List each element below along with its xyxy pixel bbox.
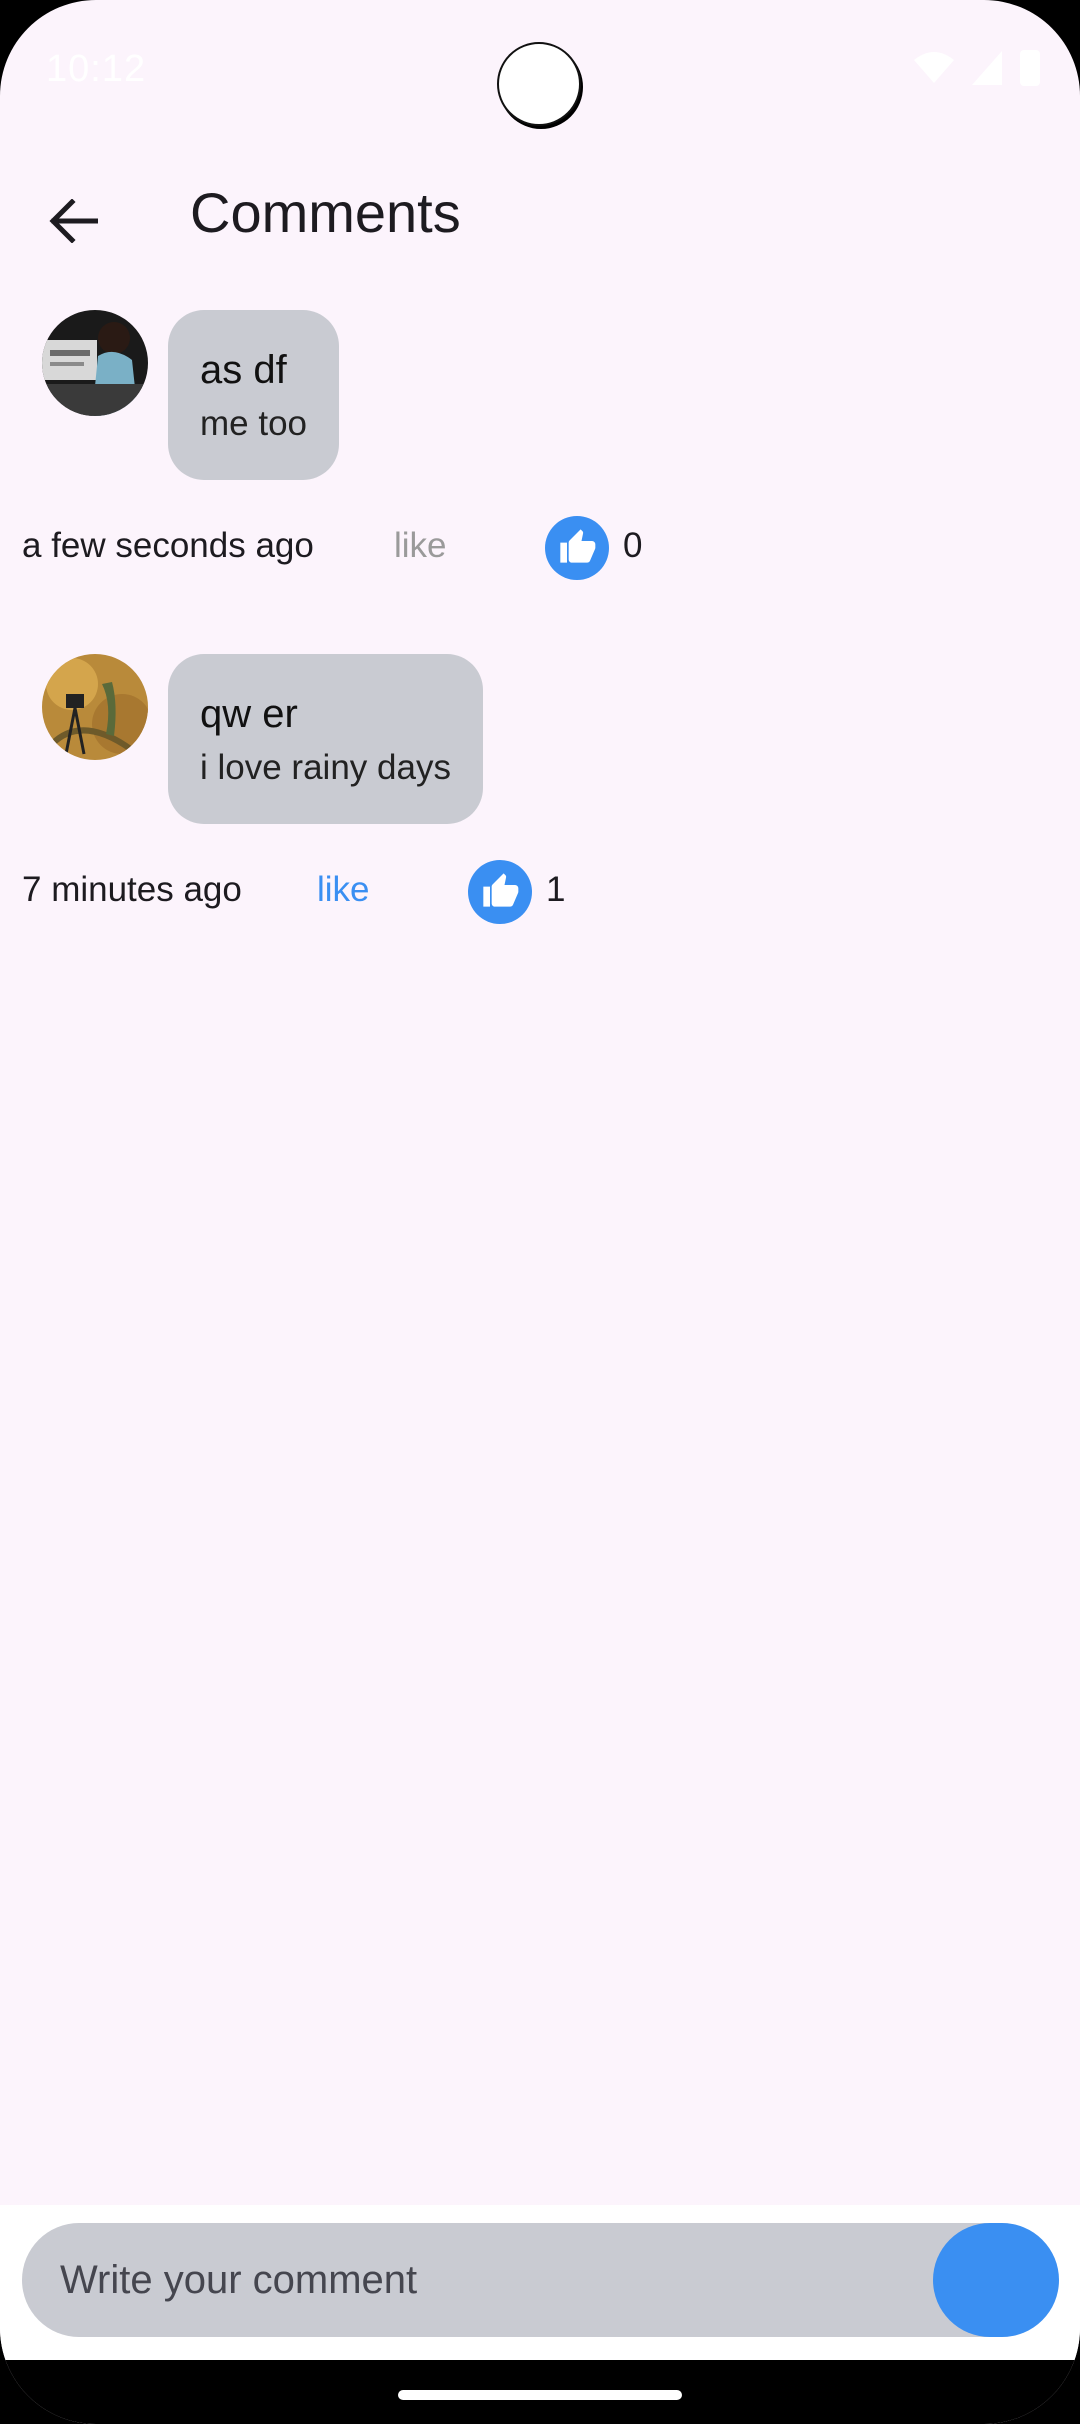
home-indicator[interactable] bbox=[398, 2390, 682, 2400]
avatar[interactable] bbox=[42, 310, 148, 416]
navigation-bar bbox=[0, 2360, 1080, 2424]
comment-bubble: qw er i love rainy days bbox=[168, 654, 483, 824]
comment-composer bbox=[0, 2205, 1080, 2360]
app-bar: Comments bbox=[0, 160, 1080, 270]
comment-bubble: as df me too bbox=[168, 310, 339, 480]
status-bar: 10:12 bbox=[0, 0, 1080, 140]
comment-text: me too bbox=[200, 404, 307, 443]
send-button[interactable] bbox=[933, 2223, 1059, 2337]
status-icons bbox=[914, 50, 1040, 86]
avatar[interactable] bbox=[42, 654, 148, 760]
status-time: 10:12 bbox=[46, 48, 147, 90]
comment-author: qw er bbox=[200, 692, 298, 736]
battery-icon bbox=[1020, 50, 1040, 86]
like-button[interactable]: like bbox=[394, 526, 447, 566]
like-count: 0 bbox=[623, 526, 643, 565]
comment-text: i love rainy days bbox=[200, 748, 451, 787]
comment-author: as df bbox=[200, 348, 287, 392]
like-badge bbox=[545, 516, 609, 580]
signal-icon bbox=[972, 51, 1002, 85]
wifi-icon bbox=[914, 52, 954, 84]
arrow-back-icon bbox=[48, 197, 99, 248]
thumbs-up-icon bbox=[480, 870, 520, 915]
page-title: Comments bbox=[190, 181, 461, 244]
like-badge bbox=[468, 860, 532, 924]
comment-meta-row: 7 minutes ago like 1 bbox=[0, 858, 1080, 928]
like-button[interactable]: like bbox=[317, 870, 370, 910]
back-button[interactable] bbox=[36, 186, 110, 260]
comment-time: a few seconds ago bbox=[22, 526, 314, 565]
camera-cutout bbox=[497, 42, 581, 126]
comment-meta-row: a few seconds ago like 0 bbox=[0, 514, 1080, 584]
comment-input[interactable] bbox=[22, 2223, 1058, 2337]
like-count: 1 bbox=[546, 870, 566, 909]
thumbs-up-icon bbox=[557, 526, 597, 571]
comments-screen: 10:12 Comments as df me too a few second… bbox=[0, 0, 1080, 2424]
comment-time: 7 minutes ago bbox=[22, 870, 242, 909]
